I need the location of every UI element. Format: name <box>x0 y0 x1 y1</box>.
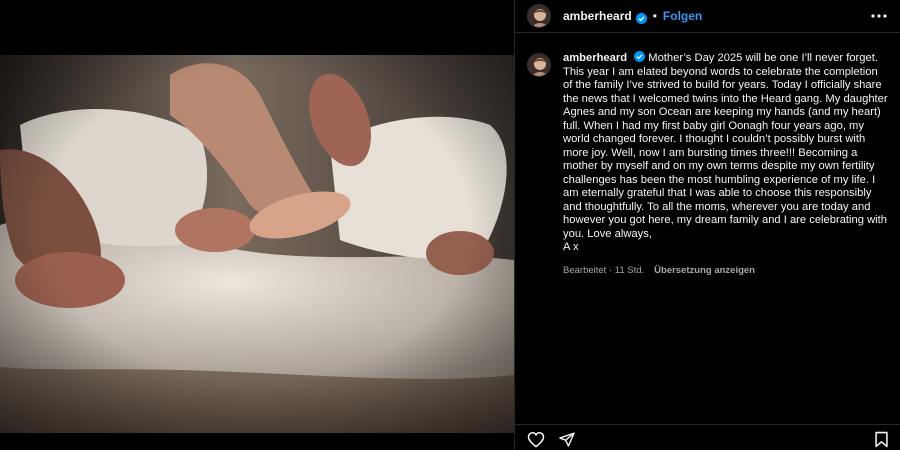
caption-meta: Bearbeitet · 11 Std. Übersetzung anzeige… <box>563 265 888 276</box>
share-icon[interactable] <box>556 429 578 449</box>
translate-link[interactable]: Übersetzung anzeigen <box>654 265 755 276</box>
bookmark-icon[interactable] <box>870 429 892 449</box>
action-bar <box>515 424 900 450</box>
header-separator: • <box>652 9 657 23</box>
heart-icon[interactable] <box>525 429 547 449</box>
avatar[interactable] <box>527 4 551 28</box>
post-media-pane <box>0 0 514 450</box>
verified-badge-icon <box>634 51 646 62</box>
caption-text: Mother’s Day 2025 will be one I’ll never… <box>563 52 888 240</box>
avatar-image <box>528 5 550 27</box>
follow-button[interactable]: Folgen <box>663 9 702 23</box>
post-photo[interactable] <box>0 55 514 433</box>
avatar-image <box>528 54 550 76</box>
caption-avatar[interactable] <box>527 53 551 77</box>
verified-badge-icon <box>635 11 647 24</box>
caption-body: amberheard Mother’s Day 2025 will be one… <box>563 51 888 276</box>
post-header: amberheard • Folgen <box>515 0 900 33</box>
caption-signoff: A x <box>563 241 579 253</box>
caption-text-block: amberheard Mother’s Day 2025 will be one… <box>563 51 888 255</box>
caption-section: amberheard Mother’s Day 2025 will be one… <box>515 33 900 276</box>
header-username[interactable]: amberheard <box>563 9 632 23</box>
edited-timestamp: Bearbeitet · 11 Std. <box>563 264 645 276</box>
more-options-icon[interactable] <box>870 6 888 26</box>
baby-feet-photo <box>0 55 514 433</box>
post-sidebar: amberheard • Folgen amberheard Mother’s … <box>514 0 900 450</box>
caption-username[interactable]: amberheard <box>563 52 627 64</box>
